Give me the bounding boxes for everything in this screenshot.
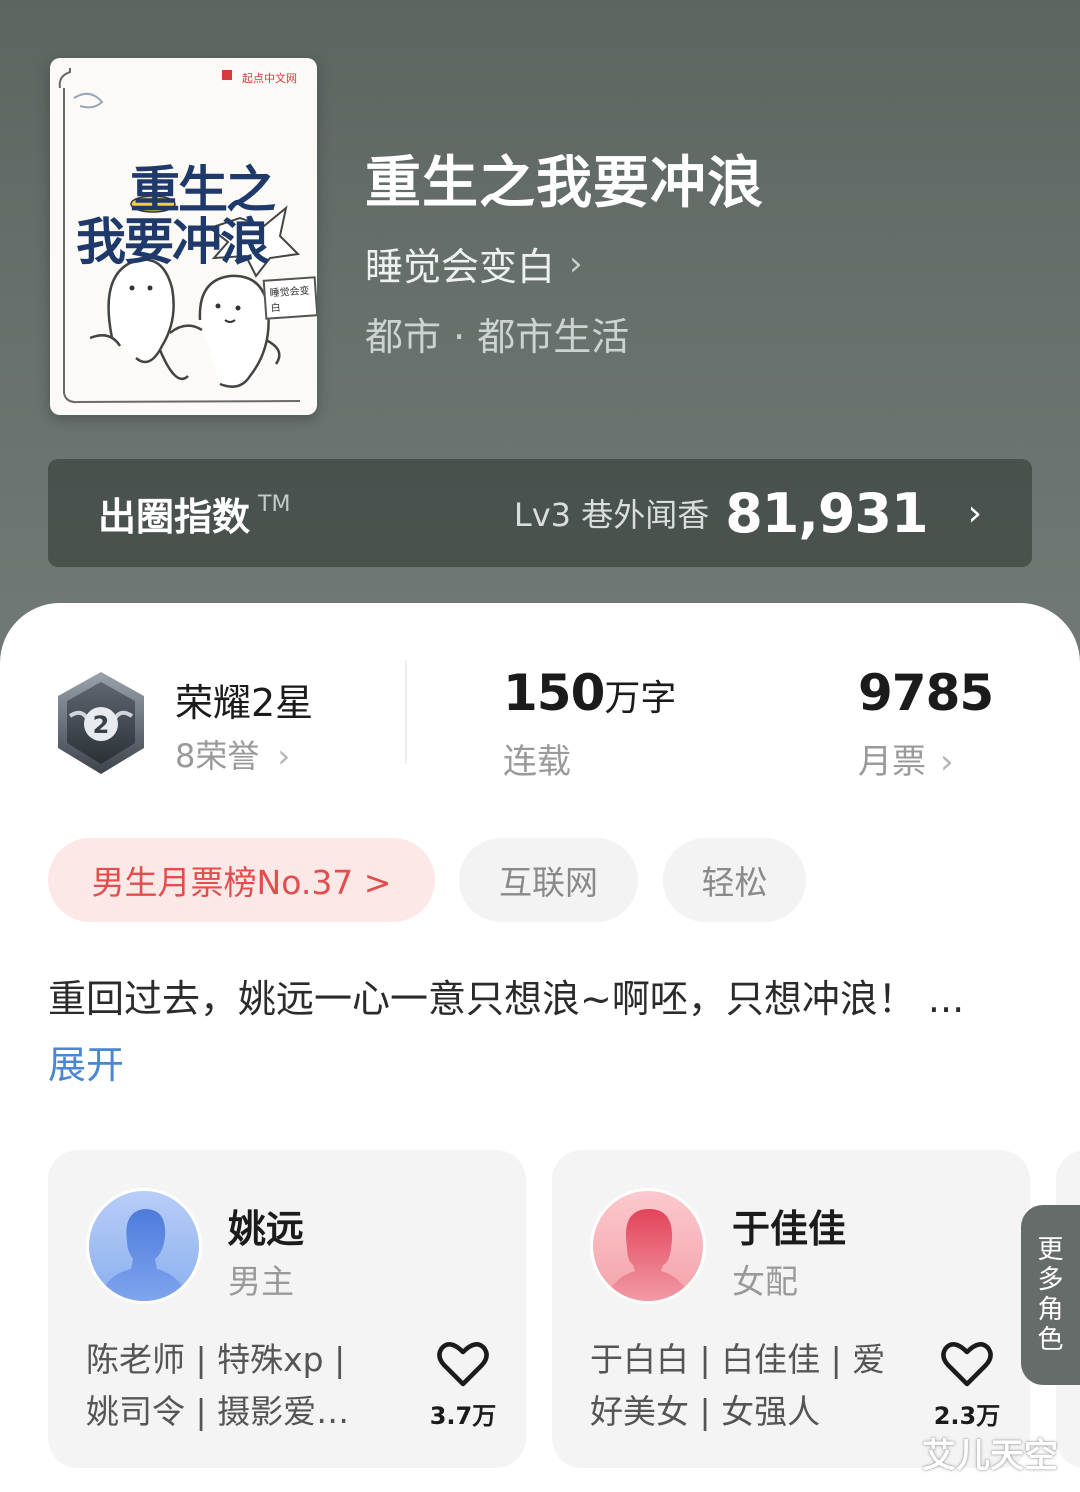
- author-link[interactable]: 睡觉会变白 ›: [365, 236, 583, 291]
- book-cover[interactable]: 起点中文网 重生之 我要冲浪 睡觉会变白: [50, 58, 317, 415]
- like-count: 3.7万: [429, 1402, 497, 1430]
- index-label: 出圈指数: [98, 494, 251, 539]
- character-avatar: [590, 1188, 706, 1304]
- ranking-tag[interactable]: 男生月票榜No.37 >: [48, 838, 435, 922]
- trademark-mark: TM: [258, 491, 291, 517]
- monthly-votes-count: 9785: [858, 664, 994, 722]
- heart-icon: [941, 1342, 993, 1387]
- index-score: 81,931: [725, 481, 928, 545]
- book-header: 起点中文网 重生之 我要冲浪 睡觉会变白 重生之我要冲浪 睡觉会变白 › 都市 …: [0, 0, 1080, 700]
- character-name: 于佳佳: [732, 1207, 847, 1251]
- cover-title-line2: 我要冲浪: [76, 212, 270, 271]
- honor-count-link[interactable]: 8荣誉 ›: [175, 731, 290, 777]
- book-title: 重生之我要冲浪: [365, 150, 764, 216]
- character-role: 男主: [228, 1262, 294, 1301]
- more-characters-label: 多: [1037, 1265, 1064, 1295]
- word-count-number: 150: [503, 664, 605, 722]
- monthly-votes-label: 月票: [858, 742, 926, 782]
- badge-number: 2: [93, 711, 110, 739]
- stats-divider: [405, 660, 407, 764]
- like-count: 2.3万: [933, 1402, 1001, 1430]
- serial-status: 连载: [503, 742, 571, 782]
- character-name: 姚远: [228, 1207, 305, 1251]
- tag-relaxed[interactable]: 轻松: [663, 838, 806, 922]
- honor-count: 8荣誉: [175, 737, 260, 775]
- cover-author-stamp: 睡觉会变白: [262, 276, 317, 320]
- monthly-votes-link[interactable]: 月票 ›: [858, 734, 954, 783]
- author-name: 睡觉会变白: [365, 245, 556, 289]
- watermark: 艾儿天空: [922, 1436, 1058, 1476]
- character-avatar: [86, 1188, 202, 1304]
- more-characters-label: 色: [1037, 1325, 1064, 1355]
- word-count-unit: 万字: [604, 678, 677, 719]
- character-tags-line: 姚司令 | 摄影爱…: [86, 1392, 350, 1431]
- chevron-right-icon: ›: [967, 492, 982, 534]
- popularity-index-bar[interactable]: 出圈指数 TM Lv3 巷外闻香 81,931 ›: [48, 459, 1032, 567]
- more-characters-label: 角: [1037, 1295, 1064, 1325]
- cover-publisher: 起点中文网: [242, 72, 297, 85]
- character-tags: 于白白 | 白佳佳 | 爱 好美女 | 女强人: [590, 1334, 890, 1438]
- character-role: 女配: [732, 1262, 798, 1301]
- synopsis-text: 重回过去，姚远一心一意只想浪~啊呸，只想冲浪！ ...: [48, 977, 965, 1021]
- more-characters-button[interactable]: 更 多 角 色: [1021, 1205, 1080, 1385]
- honor-rank-name: 荣耀2星: [175, 681, 314, 725]
- book-genre: 都市 · 都市生活: [365, 315, 630, 359]
- honor-badge-icon[interactable]: 2: [52, 668, 150, 778]
- chevron-right-icon: ›: [940, 742, 954, 782]
- word-count: 150万字: [503, 664, 676, 722]
- more-characters-label: 更: [1037, 1235, 1064, 1265]
- heart-icon: [437, 1342, 489, 1387]
- synopsis: 重回过去，姚远一心一意只想浪~啊呸，只想冲浪！ ... 展开: [48, 966, 988, 1098]
- character-tags-line: 于白白 | 白佳佳 | 爱: [590, 1340, 886, 1379]
- tag-internet[interactable]: 互联网: [459, 838, 638, 922]
- character-tags: 陈老师 | 特殊xp | 姚司令 | 摄影爱…: [86, 1334, 386, 1438]
- chevron-right-icon: ›: [569, 243, 583, 284]
- expand-link[interactable]: 展开: [48, 1043, 124, 1087]
- index-level: Lv3 巷外闻香: [513, 496, 710, 534]
- like-button[interactable]: 2.3万: [934, 1340, 1000, 1431]
- like-button[interactable]: 3.7万: [430, 1340, 496, 1431]
- character-card[interactable]: 姚远 男主 陈老师 | 特殊xp | 姚司令 | 摄影爱… 3.7万: [48, 1150, 526, 1468]
- character-tags-line: 陈老师 | 特殊xp |: [86, 1340, 346, 1379]
- character-tags-line: 好美女 | 女强人: [590, 1392, 821, 1431]
- chevron-right-icon: ›: [277, 737, 291, 775]
- character-card[interactable]: 于佳佳 女配 于白白 | 白佳佳 | 爱 好美女 | 女强人 2.3万: [552, 1150, 1030, 1468]
